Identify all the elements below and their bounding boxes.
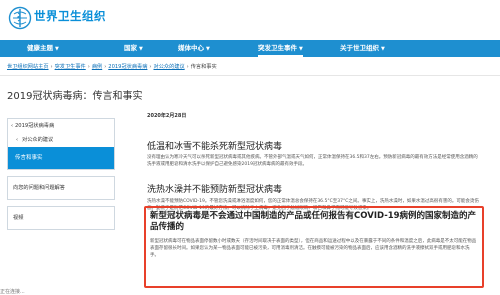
breadcrumb-separator: › [186, 64, 189, 70]
chevron-left-icon: ‹ [16, 137, 18, 143]
chevron-left-icon: ‹ [11, 123, 13, 129]
page-title: 2019冠状病毒病：传言和事实 [7, 91, 143, 102]
section-body: 没有理由认为寒冷天气可以杀死新型冠状病毒或其他疾病。不管外部气温或天气如何，正常… [147, 155, 478, 167]
header: 世界卫生组织 [0, 0, 500, 40]
site-title[interactable]: 世界卫生组织 [34, 8, 106, 24]
chevron-down-icon: ▼ [206, 46, 210, 52]
highlight-box: 新型冠状病毒是不会通过中国制造的产品或任何报告有COVID-19病例的国家制造的… [144, 206, 484, 288]
breadcrumb-link-emergencies[interactable]: 突发卫生事件 [55, 64, 86, 70]
breadcrumb-separator: › [104, 64, 107, 70]
sidebar-item-advice-public[interactable]: ‹ 对公众的建议 [8, 133, 114, 147]
sidebar-item-covid19[interactable]: ‹ 2019冠状病毒病 [8, 119, 114, 133]
chevron-down-icon: ▼ [55, 46, 59, 52]
section-title: 低温和冰雪不能杀死新型冠状病毒 [147, 142, 283, 152]
sidebar: ‹ 2019冠状病毒病 ‹ 对公众的建议 传言和事实 向您的问题和问题解答 视频 [7, 118, 115, 236]
sidebar-link-box: 向您的问题和问题解答 [7, 176, 115, 200]
breadcrumb-separator: › [87, 64, 90, 70]
breadcrumb-link-advice-public[interactable]: 对公众的建议 [154, 64, 185, 70]
section-title: 新型冠状病毒是不会通过中国制造的产品或任何报告有COVID-19病例的国家制造的… [150, 211, 477, 232]
who-logo-icon[interactable] [8, 6, 32, 30]
nav-item-about-who[interactable]: 关于世卫组织 ▼ [340, 40, 385, 57]
sidebar-item-qa[interactable]: 向您的问题和问题解答 [8, 177, 114, 199]
chevron-down-icon: ▼ [299, 46, 303, 52]
nav-item-emergencies[interactable]: 突发卫生事件 ▼ [258, 40, 303, 57]
publish-date: 2020年2月28日 [147, 113, 187, 119]
header-divider [0, 75, 500, 76]
nav-item-media-centre[interactable]: 媒体中心 ▼ [178, 40, 210, 57]
breadcrumb-separator: › [50, 64, 53, 70]
sidebar-link-box: 视频 [7, 206, 115, 230]
nav-item-health-topics[interactable]: 健康主题 ▼ [27, 40, 59, 57]
section-body: 新型冠状病毒可在物品表面停留数小时或数天（存活时间取决于表面的类型），但在商品和… [150, 239, 477, 258]
chevron-down-icon: ▼ [139, 46, 143, 52]
breadcrumb-current: 传言和事实 [190, 64, 217, 70]
chevron-down-icon: ▼ [381, 46, 385, 52]
breadcrumb-link-covid19[interactable]: 2019冠状病毒病 [108, 64, 147, 70]
main-nav: 健康主题 ▼ 国家 ▼ 媒体中心 ▼ 突发卫生事件 ▼ 关于世卫组织 ▼ [0, 40, 500, 57]
sidebar-item-videos[interactable]: 视频 [8, 207, 114, 229]
breadcrumb-separator: › [149, 64, 152, 70]
breadcrumb-link-home[interactable]: 世卫组织网站主页 [7, 64, 49, 70]
sidebar-nav-box: ‹ 2019冠状病毒病 ‹ 对公众的建议 传言和事实 [7, 118, 115, 170]
sidebar-item-myth-busters[interactable]: 传言和事实 [8, 147, 114, 169]
section-title: 洗热水澡并不能预防新型冠状病毒 [147, 185, 283, 195]
breadcrumb-link-diseases[interactable]: 病例 [92, 64, 102, 70]
breadcrumb: 世卫组织网站主页 › 突发卫生事件 › 病例 › 2019冠状病毒病 › 对公众的建议 › 传言和事… [7, 63, 217, 70]
nav-item-countries[interactable]: 国家 ▼ [124, 40, 143, 57]
